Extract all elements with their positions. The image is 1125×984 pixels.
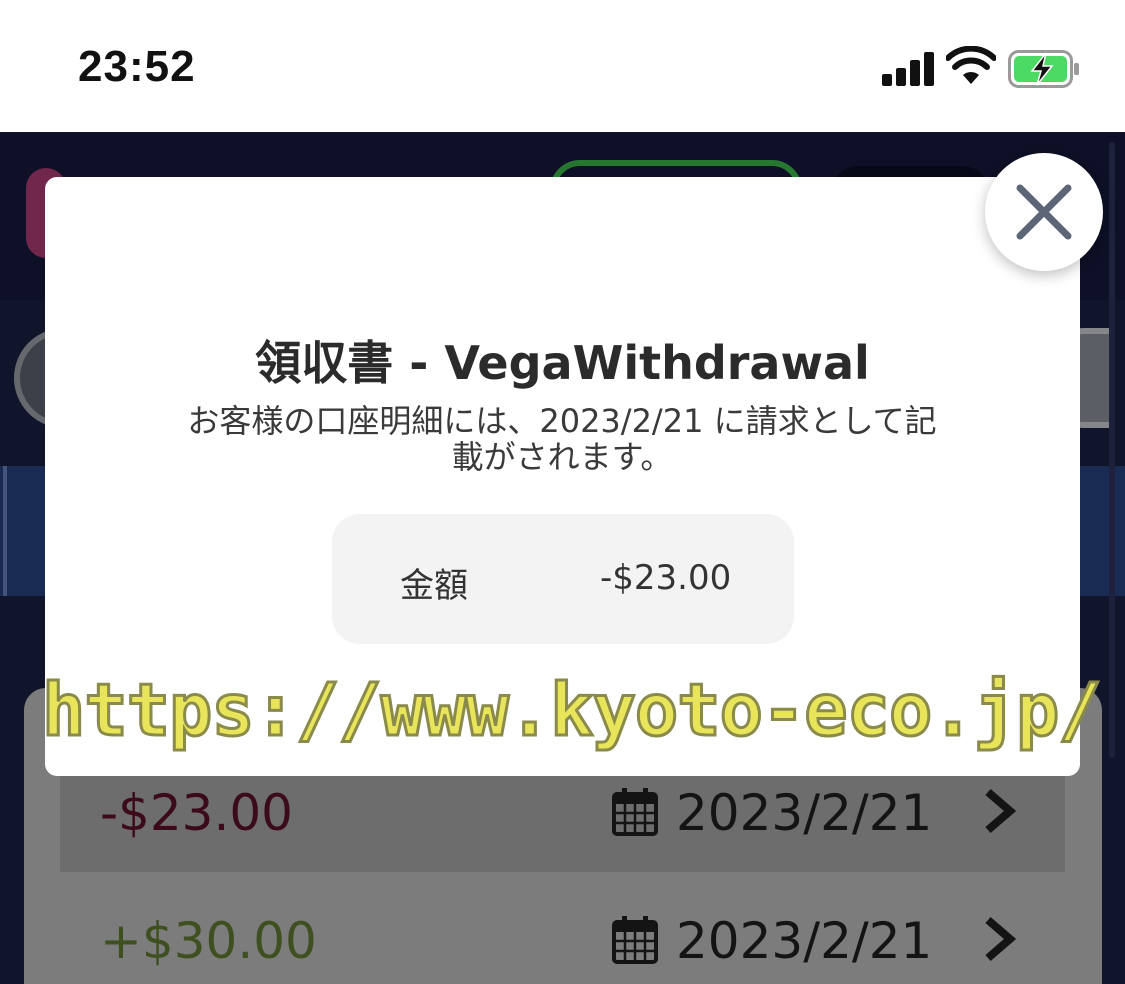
watermark-url: https://www.kyoto-eco.jp/ xyxy=(41,667,1104,754)
amount-value: -$23.00 xyxy=(600,558,732,598)
close-icon xyxy=(1016,184,1072,240)
modal-description: お客様の口座明細には、2023/2/21 に請求として記載がされます。 xyxy=(187,402,937,476)
close-button[interactable] xyxy=(985,153,1103,271)
wifi-icon xyxy=(946,46,996,84)
amount-box: 金額 -$23.00 xyxy=(332,514,794,644)
status-bar: 23:52 xyxy=(0,0,1125,132)
amount-label: 金額 xyxy=(400,566,468,606)
battery-charging-icon xyxy=(1008,50,1079,88)
signal-icon xyxy=(882,52,934,86)
status-time: 23:52 xyxy=(78,42,196,91)
modal-title: 領収書 - VegaWithdrawal xyxy=(255,336,870,390)
